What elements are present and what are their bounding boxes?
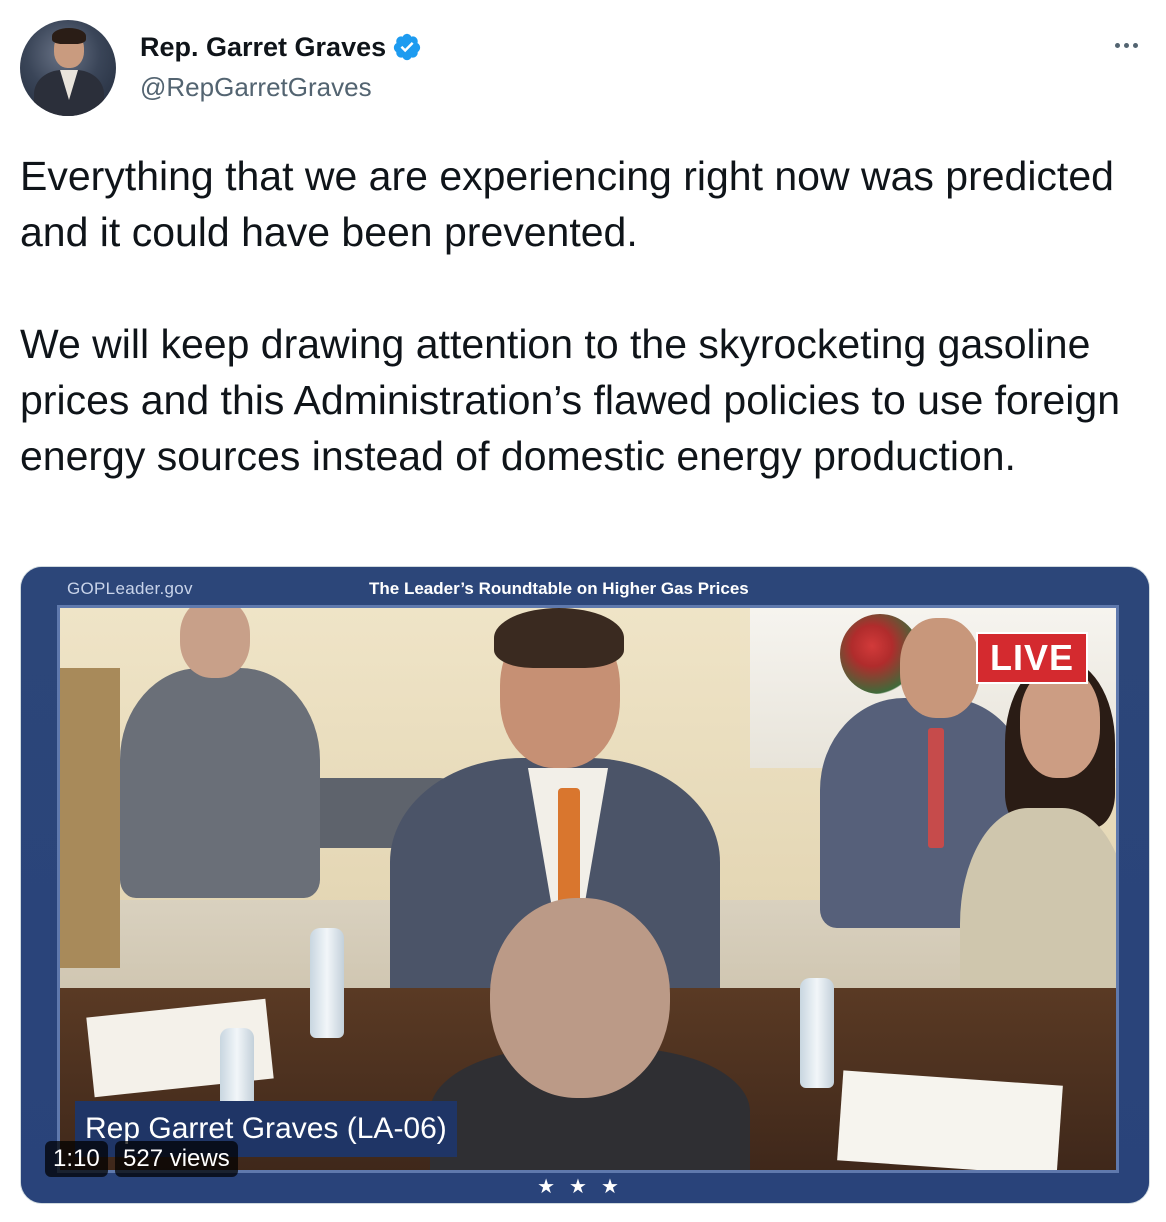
author-block: Rep. Garret Graves @RepGarretGraves bbox=[140, 30, 422, 104]
video-stars: ★★★ bbox=[537, 1176, 633, 1198]
avatar[interactable] bbox=[20, 20, 116, 116]
live-badge: LIVE bbox=[976, 632, 1089, 684]
more-horizontal-icon bbox=[1114, 42, 1138, 48]
more-options-button[interactable] bbox=[1106, 30, 1146, 60]
tweet-text: Everything that we are experiencing righ… bbox=[20, 153, 1120, 479]
video-show-title: The Leader’s Roundtable on Higher Gas Pr… bbox=[369, 579, 749, 598]
avatar-hair bbox=[52, 28, 86, 44]
author-display-name: Rep. Garret Graves bbox=[140, 32, 387, 62]
video-scene: LIVE bbox=[57, 605, 1119, 1173]
author-handle[interactable]: @RepGarretGraves bbox=[140, 70, 422, 104]
verified-badge-icon bbox=[393, 33, 421, 61]
video-view-count: 527 views bbox=[115, 1141, 238, 1177]
author-name-link[interactable]: Rep. Garret Graves bbox=[140, 30, 422, 64]
video-player[interactable]: GOPLeader.gov The Leader’s Roundtable on… bbox=[20, 566, 1150, 1204]
video-site-label: GOPLeader.gov bbox=[67, 579, 193, 598]
video-duration: 1:10 bbox=[45, 1141, 108, 1177]
